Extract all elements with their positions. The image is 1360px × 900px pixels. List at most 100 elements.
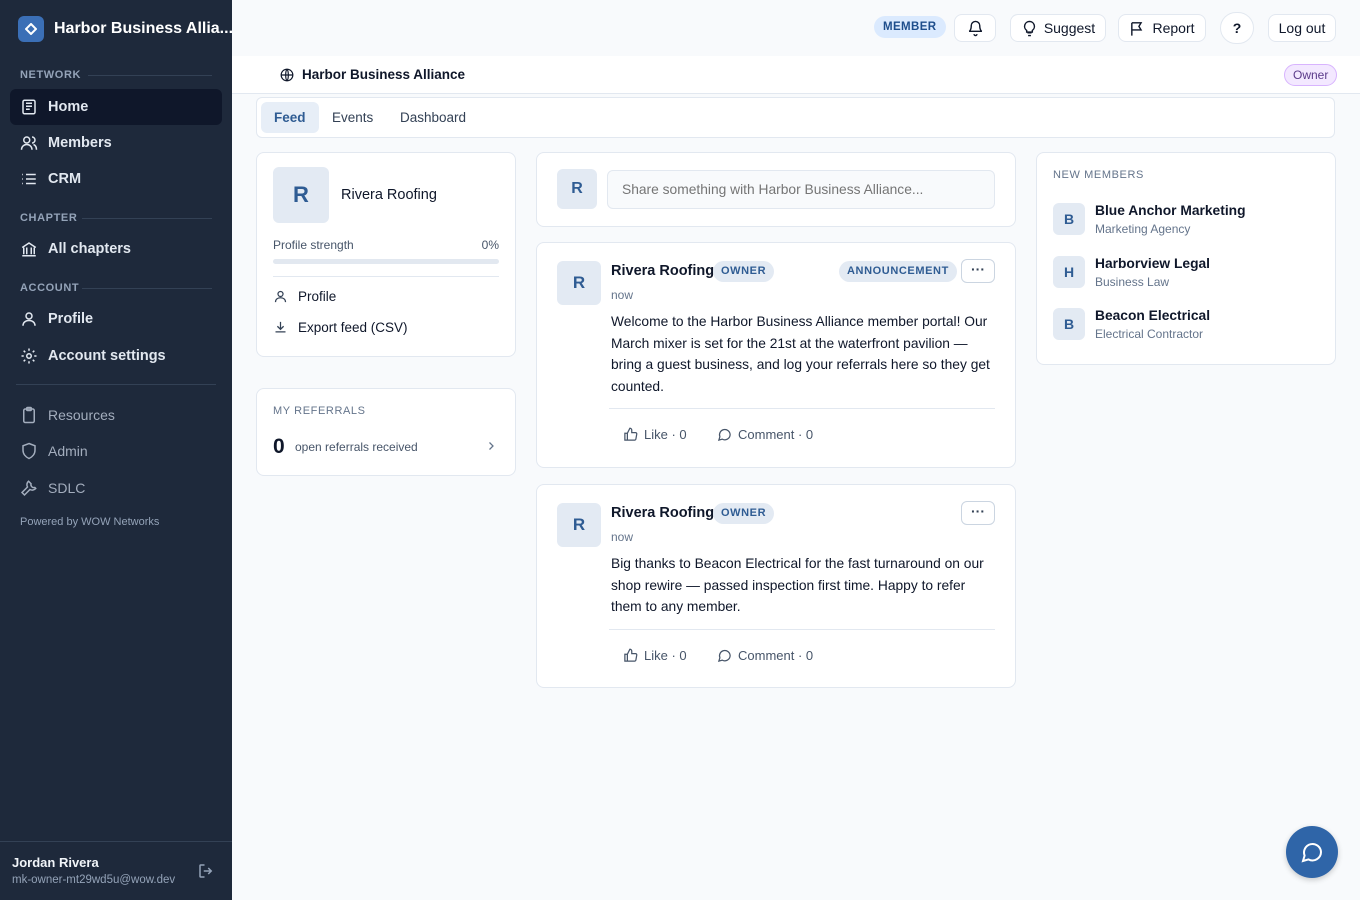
comment-icon bbox=[717, 649, 731, 663]
sidebar-item-label: Account settings bbox=[48, 348, 166, 364]
profile-link[interactable]: Profile bbox=[273, 289, 336, 304]
avatar: R bbox=[273, 167, 329, 223]
sidebar-item-label: Resources bbox=[48, 407, 115, 423]
post-body: Welcome to the Harbor Business Alliance … bbox=[611, 314, 990, 395]
sidebar-item-label: CRM bbox=[48, 171, 82, 187]
logout-button[interactable]: Log out bbox=[1268, 14, 1336, 42]
report-button[interactable]: Report bbox=[1118, 14, 1206, 42]
announcement-chip: ANNOUNCEMENT bbox=[839, 261, 957, 282]
sidebar: Harbor Business Allia... NETWORK Home Me… bbox=[0, 0, 233, 900]
download-icon bbox=[275, 321, 286, 333]
sidebar-item-resources[interactable]: Resources bbox=[10, 397, 222, 433]
post-author[interactable]: Rivera Roofing bbox=[611, 263, 714, 279]
post-card: R Rivera Roofing OWNER ··· now Big thank… bbox=[536, 484, 1016, 688]
sidebar-item-profile[interactable]: Profile bbox=[10, 301, 222, 337]
suggest-button[interactable]: Suggest bbox=[1010, 14, 1106, 42]
flag-icon bbox=[1131, 21, 1143, 36]
post-body: Big thanks to Beacon Electrical for the … bbox=[611, 556, 984, 615]
list-item[interactable]: B Blue Anchor Marketing Marketing Agency bbox=[1053, 203, 1246, 236]
avatar: B bbox=[1053, 308, 1085, 340]
avatar: B bbox=[1053, 203, 1085, 235]
section-label-chapter: CHAPTER bbox=[20, 212, 78, 224]
member-category: Marketing Agency bbox=[1095, 222, 1191, 236]
brand-logo-icon bbox=[18, 16, 44, 42]
bell-icon bbox=[968, 20, 982, 36]
divider bbox=[609, 408, 995, 409]
comment-icon bbox=[717, 428, 731, 442]
clipboard-icon bbox=[23, 406, 35, 424]
post-menu-button[interactable]: ··· bbox=[961, 501, 995, 525]
network-header: Harbor Business Alliance Owner bbox=[232, 56, 1360, 94]
chevron-right-icon bbox=[489, 442, 494, 450]
newspaper-icon bbox=[22, 99, 36, 115]
post-time: now bbox=[611, 288, 634, 302]
like-button[interactable]: Like · 0 bbox=[623, 648, 687, 663]
powered-by: Powered by WOW Networks bbox=[20, 516, 160, 528]
brand[interactable]: Harbor Business Allia... bbox=[18, 16, 233, 42]
sidebar-item-label: Members bbox=[48, 135, 112, 151]
section-divider bbox=[16, 384, 216, 385]
post-menu-button[interactable]: ··· bbox=[961, 259, 995, 283]
tab-feed[interactable]: Feed bbox=[261, 102, 319, 133]
member-name: Beacon Electrical bbox=[1095, 308, 1211, 323]
chat-button[interactable] bbox=[1286, 826, 1338, 878]
user-box: Jordan Rivera mk-owner-mt29wd5u@wow.dev bbox=[0, 841, 232, 900]
sidebar-item-sdlc[interactable]: SDLC bbox=[10, 470, 222, 506]
profile-name[interactable]: Rivera Roofing bbox=[341, 187, 437, 203]
tab-dashboard[interactable]: Dashboard bbox=[387, 102, 479, 133]
network-name: Harbor Business Alliance bbox=[302, 67, 466, 82]
avatar: R bbox=[557, 261, 601, 305]
top-bar: MEMBER Suggest Report ? Log out bbox=[232, 0, 1360, 56]
export-feed-link[interactable]: Export feed (CSV) bbox=[273, 320, 408, 335]
help-button[interactable]: ? bbox=[1220, 12, 1254, 44]
like-label: Like · 0 bbox=[644, 648, 687, 663]
sidebar-item-label: Profile bbox=[48, 311, 94, 327]
sidebar-item-members[interactable]: Members bbox=[10, 125, 222, 161]
comment-label: Comment · 0 bbox=[738, 427, 814, 442]
profile-strength-value: 0% bbox=[481, 238, 499, 252]
sidebar-item-admin[interactable]: Admin bbox=[10, 433, 222, 469]
sidebar-item-label: All chapters bbox=[48, 241, 131, 257]
member-category: Business Law bbox=[1095, 275, 1170, 289]
brand-title: Harbor Business Allia... bbox=[54, 20, 234, 37]
member-category: Electrical Contractor bbox=[1095, 327, 1204, 341]
role-chip: OWNER bbox=[713, 503, 775, 524]
divider bbox=[273, 276, 499, 277]
avatar: H bbox=[1053, 256, 1085, 288]
list-item[interactable]: H Harborview Legal Business Law bbox=[1053, 256, 1210, 289]
suggest-label: Suggest bbox=[1043, 20, 1096, 36]
tab-events[interactable]: Events bbox=[319, 102, 386, 133]
like-label: Like · 0 bbox=[644, 427, 687, 442]
comment-label: Comment · 0 bbox=[738, 648, 814, 663]
sidebar-item-label: SDLC bbox=[48, 480, 86, 496]
sidebar-item-home[interactable]: Home bbox=[10, 89, 222, 125]
role-badge: MEMBER bbox=[874, 16, 946, 38]
sidebar-item-label: Admin bbox=[48, 443, 88, 459]
profile-link-label: Profile bbox=[298, 289, 337, 304]
sidebar-item-crm[interactable]: CRM bbox=[10, 161, 222, 197]
post-author[interactable]: Rivera Roofing bbox=[611, 505, 714, 521]
like-button[interactable]: Like · 0 bbox=[623, 427, 687, 442]
users-icon bbox=[20, 136, 38, 150]
sidebar-item-account-settings[interactable]: Account settings bbox=[10, 338, 222, 374]
composer-input[interactable] bbox=[607, 170, 995, 209]
sign-out-icon[interactable] bbox=[197, 862, 215, 880]
role-chip: OWNER bbox=[713, 261, 775, 282]
sidebar-item-all-chapters[interactable]: All chapters bbox=[10, 231, 222, 267]
new-members-title: NEW MEMBERS bbox=[1053, 169, 1144, 181]
referrals-card[interactable]: MY REFERRALS 0 open referrals received bbox=[256, 388, 516, 476]
composer-card: R bbox=[536, 152, 1016, 227]
referrals-title: MY REFERRALS bbox=[273, 405, 366, 417]
chat-bubble-icon bbox=[1301, 843, 1323, 863]
list-item[interactable]: B Beacon Electrical Electrical Contracto… bbox=[1053, 308, 1210, 341]
section-divider bbox=[88, 75, 212, 76]
avatar: R bbox=[557, 503, 601, 547]
member-name: Blue Anchor Marketing bbox=[1095, 203, 1246, 218]
lightbulb-icon bbox=[1023, 20, 1035, 36]
comment-button[interactable]: Comment · 0 bbox=[717, 427, 813, 442]
comment-button[interactable]: Comment · 0 bbox=[717, 648, 813, 663]
notifications-button[interactable] bbox=[954, 14, 996, 42]
section-label-network: NETWORK bbox=[20, 69, 82, 81]
profile-strength-bar bbox=[273, 259, 499, 264]
section-divider bbox=[82, 218, 212, 219]
